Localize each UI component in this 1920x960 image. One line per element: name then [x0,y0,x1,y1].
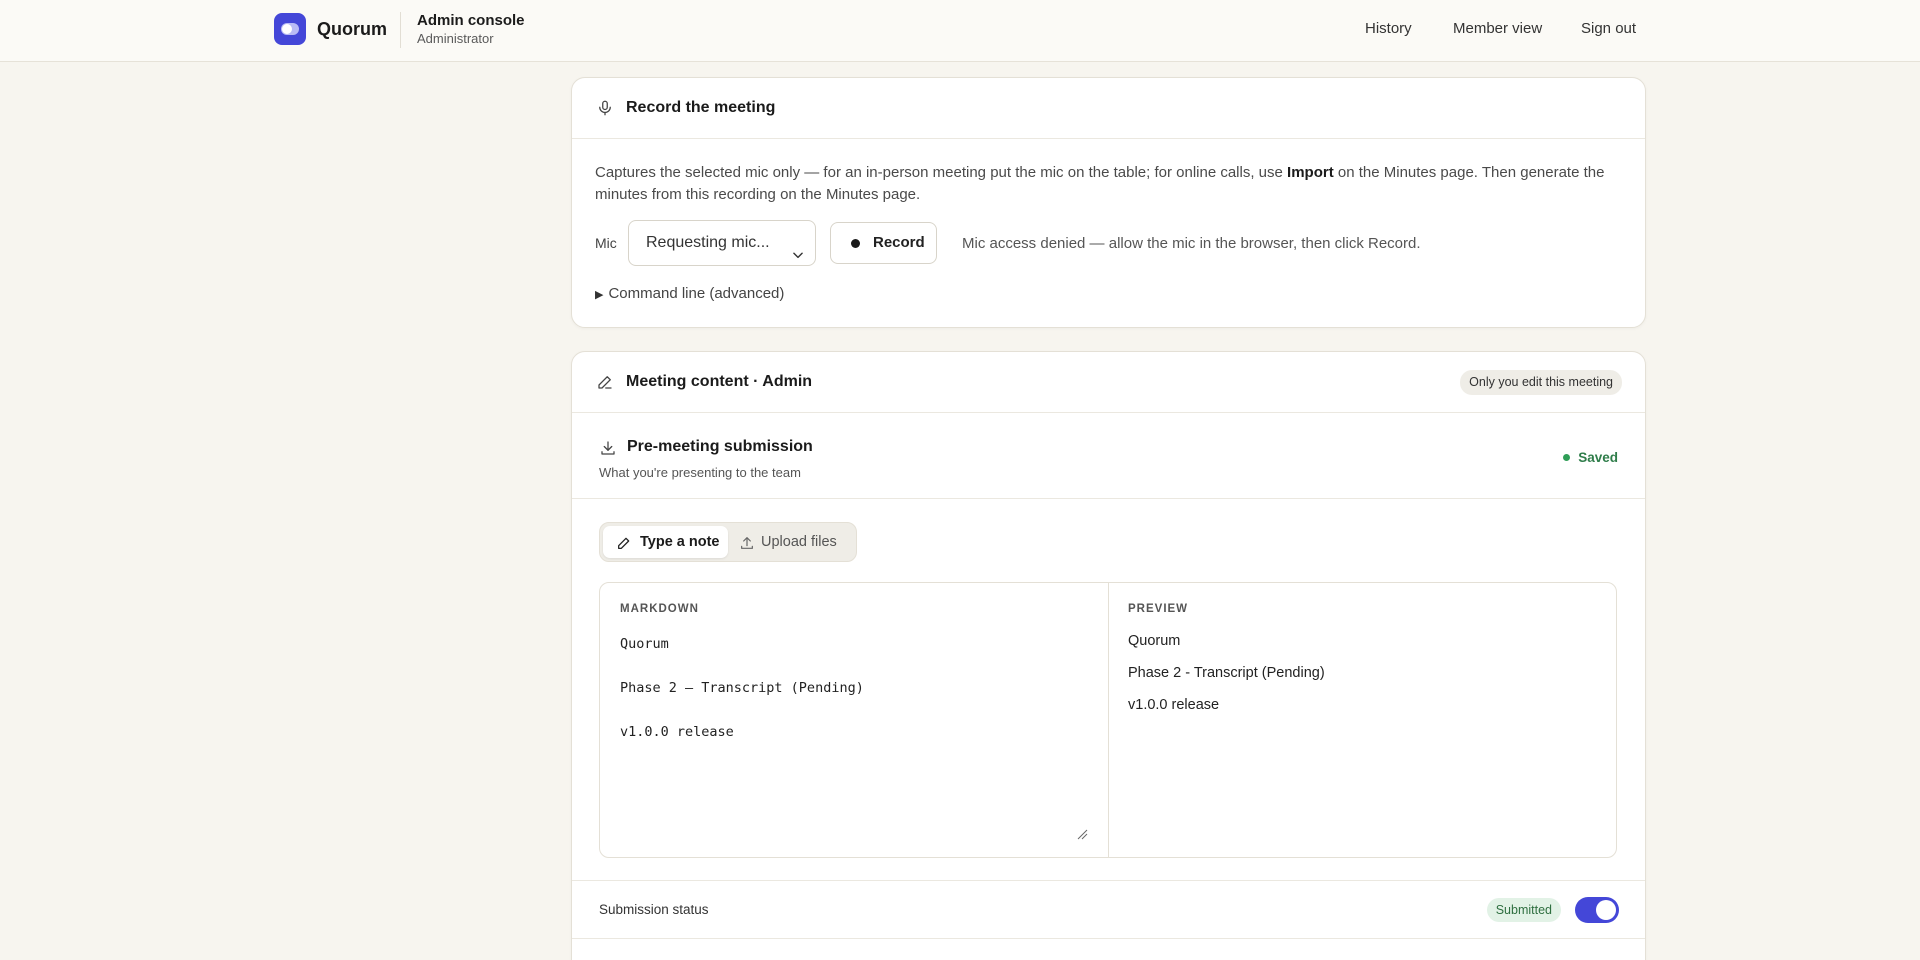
markdown-label: MARKDOWN [620,603,699,615]
top-bar: Quorum Admin console Administrator Histo… [0,0,1920,62]
record-button-label: Record [873,234,925,251]
meeting-content-card: Meeting content · Admin Only you edit th… [571,351,1646,960]
pane-divider [1108,583,1109,857]
preview-line: Phase 2 - Transcript (Pending) [1128,665,1325,681]
record-description: Captures the selected mic only — for an … [595,164,1605,203]
preview-line: Quorum [1128,633,1181,649]
command-line-toggle[interactable]: ▶ Command line (advanced) [595,285,784,302]
quorum-logo-icon [274,13,306,45]
markdown-textarea[interactable]: Quorum Phase 2 – Transcript (Pending) v1… [620,633,864,743]
submitted-badge: Submitted [1486,898,1561,922]
section-divider [572,938,1645,960]
toggle-knob [1596,900,1616,920]
upload-icon [739,534,755,550]
microphone-icon [596,99,614,117]
input-mode-tabs: Type a note Upload files [599,522,857,562]
record-meeting-card: Record the meeting Captures the selected… [571,77,1646,328]
submission-status-label: Submission status [599,902,709,917]
resize-grip-icon[interactable] [1076,827,1088,840]
record-dot-icon [851,239,860,248]
mic-status-text: Mic access denied — allow the mic in the… [962,235,1421,252]
submission-status-row: Submission status Submitted [572,880,1645,938]
console-role: Administrator [417,31,494,46]
record-button[interactable]: Record [830,222,937,264]
console-info: Admin console Administrator [417,12,525,48]
disclosure-triangle-icon: ▶ [595,289,604,301]
import-emphasis: Import [1287,164,1334,181]
brand-name: Quorum [317,18,387,39]
console-title: Admin console [417,12,525,29]
saved-dot-icon [1563,454,1571,461]
markdown-editor: MARKDOWN Quorum Phase 2 – Transcript (Pe… [599,582,1617,858]
meeting-content-header: Meeting content · Admin Only you edit th… [572,352,1645,413]
record-card-title: Record the meeting [626,99,776,116]
edit-permission-badge: Only you edit this meeting [1460,370,1622,395]
submission-title: Pre-meeting submission [627,438,813,455]
nav-history-link[interactable]: History [1365,20,1412,37]
submission-subtitle: What you're presenting to the team [599,465,801,480]
record-card-header: Record the meeting [572,78,1645,139]
mic-select-value: Requesting mic... [646,234,770,251]
mic-select[interactable]: Requesting mic... [628,220,816,266]
submission-header: Pre-meeting submission What you're prese… [572,413,1645,499]
submission-toggle[interactable] [1575,897,1619,923]
meeting-content-title: Meeting content · Admin [626,373,813,390]
nav-member-view-link[interactable]: Member view [1453,20,1542,37]
brand[interactable]: Quorum [274,13,387,45]
tab-type-note[interactable]: Type a note [603,526,728,558]
chevron-down-icon [791,236,805,259]
download-icon [599,439,617,457]
command-line-label: Command line (advanced) [608,285,785,302]
pencil-icon [616,534,632,550]
nav-sign-out-link[interactable]: Sign out [1581,20,1636,37]
preview-label: PREVIEW [1128,603,1189,615]
tab-upload-files[interactable]: Upload files [738,526,837,558]
pencil-icon [596,373,614,391]
mic-label: Mic [595,235,617,251]
saved-indicator: Saved [1563,450,1618,465]
header-divider [400,12,401,48]
preview-line: v1.0.0 release [1128,697,1220,713]
